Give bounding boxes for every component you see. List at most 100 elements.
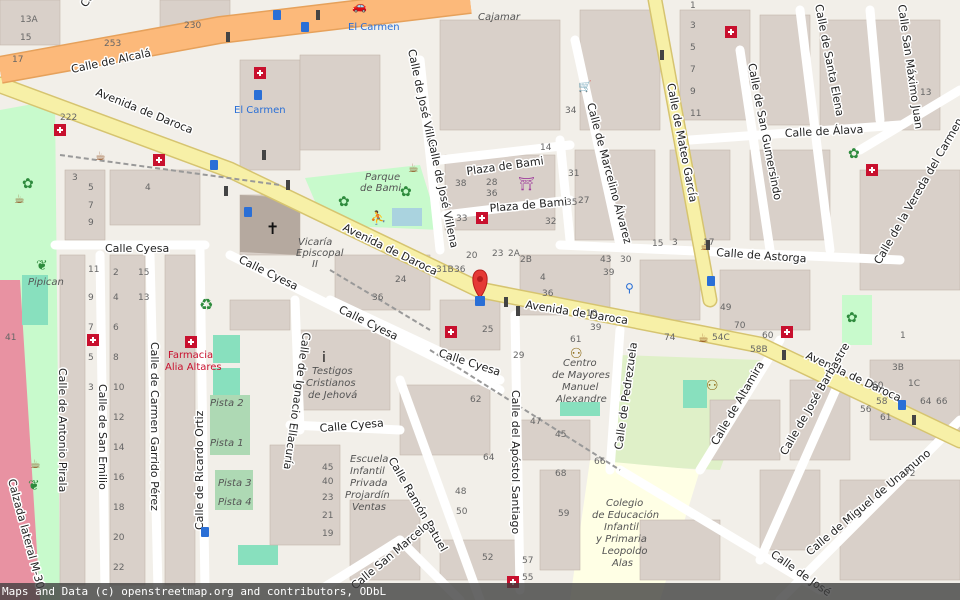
house-number: 50: [456, 507, 468, 517]
poi-escuela-2: Infantil: [350, 466, 385, 477]
house-number: 66: [594, 457, 606, 467]
shelter-icon: ⛩: [518, 176, 535, 192]
traffic-light-icon: [912, 415, 916, 425]
car-icon: 🚗: [352, 0, 367, 13]
house-number: 45: [322, 463, 333, 473]
poi-pista-2: Pista 2: [210, 398, 244, 409]
house-number: 5: [690, 43, 696, 53]
house-number: 2: [113, 268, 119, 278]
poi-escuela-5: Ventas: [352, 502, 386, 513]
house-number: 4: [113, 293, 119, 303]
poi-cajamar: Cajamar: [478, 12, 521, 23]
traffic-light-icon: [226, 32, 230, 42]
house-number: 54C: [712, 333, 730, 343]
poi-testigos-2: Cristianos: [306, 378, 356, 389]
house-number: 23: [322, 493, 333, 503]
bus-stop-icon: [244, 207, 252, 217]
house-number: 32: [545, 217, 556, 227]
poi-colegio-4: y Primaria: [595, 534, 647, 545]
bus-stop-icon: [254, 90, 262, 100]
poi-colegio-6: Alas: [611, 558, 633, 569]
pitch-a: [213, 335, 240, 363]
poi-pista-3: Pista 3: [218, 478, 252, 489]
house-number: 2B: [520, 255, 532, 265]
house-number: 60: [762, 331, 774, 341]
bus-stop-icon: [707, 276, 715, 286]
pool-centro: [683, 380, 707, 408]
house-number: 1: [900, 331, 906, 341]
house-number: 3: [72, 173, 78, 183]
house-number: 3: [672, 238, 678, 248]
house-number: 36: [454, 265, 466, 275]
traffic-light-icon: [706, 240, 710, 250]
house-number: 36: [486, 189, 498, 199]
poi-parque-bami-1: Parque: [365, 172, 400, 183]
house-number: 47: [530, 417, 541, 427]
poi-pista-4: Pista 4: [218, 497, 252, 508]
pitch-c: [238, 545, 278, 565]
house-number: 64: [920, 397, 932, 407]
house-number: 55: [522, 573, 533, 583]
traffic-light-icon: [782, 350, 786, 360]
house-number: 21: [322, 511, 333, 521]
house-number: 29: [513, 351, 525, 361]
house-number: 11: [690, 109, 701, 119]
shop-icon: 🛒: [578, 80, 592, 93]
poi-pista-1: Pista 1: [210, 438, 244, 449]
map-attribution[interactable]: Maps and Data (c) openstreetmap.org and …: [0, 583, 960, 600]
street-apostol-santiago: Calle del Apóstol Santiago: [509, 390, 522, 534]
house-number: 7: [88, 201, 94, 211]
house-number: 5: [88, 183, 94, 193]
house-number: 17: [12, 55, 23, 65]
house-number: 20: [113, 533, 125, 543]
house-number: 10: [113, 383, 125, 393]
house-number: 6: [113, 323, 119, 333]
house-number: 18: [113, 503, 125, 513]
map-view[interactable]: Calle de Alcalá Calle Vi Avenida de Daro…: [0, 0, 960, 600]
house-number: 36: [372, 293, 384, 303]
dog-park-icon: ❦: [36, 258, 48, 274]
house-number: 2A: [508, 249, 521, 259]
playground-icon: ✿: [338, 194, 350, 210]
house-number: 33: [456, 214, 467, 224]
house-number: 13: [920, 88, 931, 98]
house-number: 1C: [908, 379, 920, 389]
house-number: 31: [568, 169, 579, 179]
house-number: 10: [586, 309, 598, 319]
poi-vicaria-3: II: [312, 259, 318, 270]
poi-colegio-3: Infantil: [604, 522, 639, 533]
playground-icon: ✿: [22, 176, 34, 192]
social-facility-icon: ⚇: [570, 346, 583, 362]
poi-colegio-5: Leopoldo: [602, 546, 648, 557]
bus-stop-icon: [475, 296, 485, 306]
map-canvas[interactable]: Calle de Alcalá Calle Vi Avenida de Daro…: [0, 0, 960, 600]
house-number: 19: [322, 529, 334, 539]
traffic-light-icon: [516, 306, 520, 316]
playground-icon: ✿: [400, 184, 412, 200]
cafe-icon: ☕: [14, 192, 25, 206]
bus-stop-icon: [210, 160, 218, 170]
poi-testigos-1: Testigos: [312, 366, 353, 377]
house-number: 39: [603, 268, 615, 278]
playground-icon: ✿: [846, 310, 858, 326]
street-cyesa-1: Calle Cyesa: [105, 242, 169, 255]
house-number: 49: [720, 303, 732, 313]
street-antonio-pirala: Calle de Antonio Pirala: [56, 368, 69, 492]
bus-stop-icon: [301, 22, 309, 32]
poi-testigos-3: de Jehová: [308, 389, 357, 401]
house-number: 72: [904, 469, 915, 479]
house-number: 13A: [20, 15, 38, 25]
house-number: 15: [20, 33, 31, 43]
house-number: 57: [522, 556, 533, 566]
playground-icon: ✿: [848, 146, 860, 162]
house-number: 23: [492, 249, 503, 259]
house-number: 62: [470, 395, 481, 405]
house-number: 61: [880, 413, 891, 423]
traffic-light-icon: [504, 297, 508, 307]
house-number: 9: [690, 87, 696, 97]
house-number: 40: [322, 477, 334, 487]
street-carmen-garrido: Calle de Carmen Garrido Pérez: [148, 342, 161, 511]
house-number: 28: [486, 178, 498, 188]
house-number: 27: [578, 196, 589, 206]
house-number: 64: [483, 453, 495, 463]
